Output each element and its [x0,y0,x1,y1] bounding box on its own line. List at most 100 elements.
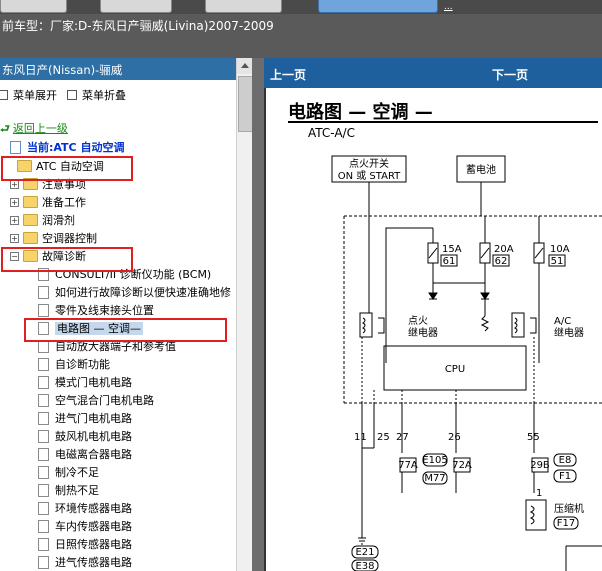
title-divider [288,121,598,123]
next-section-frame [565,545,602,571]
tree-item[interactable]: + 润滑剂 [10,213,75,229]
on-start-label: ON 或 START [338,170,401,182]
folder-icon [23,196,38,208]
tree-item[interactable]: 零件及线束接头位置 [38,303,154,319]
conn-e38: E38 [355,561,374,571]
fuse-20a [479,242,491,264]
conn-e8: E8 [559,455,572,466]
document-icon [38,429,49,443]
tree-item[interactable]: 进气门电机电路 [38,411,132,427]
tree-item[interactable]: 车内传感器电路 [38,519,132,535]
document-icon [38,393,49,407]
top-toolbar-strip: ... [0,0,602,14]
scroll-thumb[interactable] [238,76,252,132]
back-link[interactable]: ⮐ 返回上一级 [0,121,68,137]
collapse-icon [67,90,77,100]
conn-77a: 77A [398,460,418,471]
tree-item-label: 零件及线束接头位置 [55,304,154,317]
top-button-2[interactable] [100,0,172,13]
resistor [480,315,490,332]
folder-icon [23,232,38,244]
tree-item-label: 空气混合门电机电路 [55,394,154,407]
top-link[interactable]: ... [444,2,453,12]
fuse-10a [533,242,545,264]
conn-e21: E21 [355,547,374,558]
tree-item[interactable]: 空气混合门电机电路 [38,393,154,409]
tree-header-title: 东风日产(Nissan)-骊威 [2,63,123,77]
vehicle-model-text: 前车型：厂家:D-东风日产骊威(Livina)2007-2009 [2,19,274,33]
tree-scrollbar[interactable] [236,58,252,571]
conn-29b: 29B [530,460,550,471]
tree-item-label: 进气门电机电路 [55,412,132,425]
ignition-relay [359,312,373,338]
header-gap [0,42,602,58]
ground-symbol [358,537,366,545]
tree-item[interactable]: + 空调器控制 [10,231,97,247]
tree-item-label: 模式门电机电路 [55,376,132,389]
tree-item[interactable]: 制冷不足 [38,465,99,481]
tree-item-label: 进气传感器电路 [55,556,132,569]
output-wires [361,403,535,538]
tree-item[interactable]: 模式门电机电路 [38,375,132,391]
tree-item[interactable]: 电磁离合器电路 [38,447,132,463]
document-icon [38,357,49,371]
expand-toggle-icon[interactable]: + [10,197,19,207]
tree-item-label: 润滑剂 [42,214,75,227]
highlight-box-wiring [24,318,227,342]
tree-item-label: 鼓风机电机电路 [55,430,132,443]
diode-2 [480,292,490,300]
collapse-menu-button[interactable]: 菜单折叠 [67,87,126,103]
top-button-4[interactable] [318,0,438,13]
document-icon [38,447,49,461]
left-tree-panel: 东风日产(Nissan)-骊威 菜单展开 菜单折叠 ⮐ 返回上一级 当前:ATC … [0,58,252,571]
conn-e105: E105 [422,455,447,466]
pin-25: 25 [377,432,390,443]
tree-item[interactable]: 鼓风机电机电路 [38,429,132,445]
scroll-up-arrow[interactable] [237,58,252,74]
expand-toggle-icon[interactable]: + [10,215,19,225]
fuse-10a-label: 10A [550,244,570,255]
wiring-diagram: 点火开关 ON 或 START 蓄电池 15A 61 20A 62 10A 51 [331,155,602,571]
conn-72a: 72A [452,460,472,471]
fuse-20a-num: 62 [495,256,508,267]
tree-item[interactable]: + 准备工作 [10,195,86,211]
document-icon [38,375,49,389]
top-button-3[interactable] [205,0,282,13]
ac-relay-label-a: A/C [554,316,571,327]
document-content: 电路图 — 空调 — ATC-A/C 点火开关 ON 或 START 蓄电池 1… [264,88,602,571]
document-icon [38,537,49,551]
tree-item[interactable]: 制热不足 [38,483,99,499]
tree-item[interactable]: 自诊断功能 [38,357,110,373]
ignition-switch-label: 点火开关 [349,157,389,170]
tree-item[interactable]: 日照传感器电路 [38,537,132,553]
prev-page-link[interactable]: 上一页 [270,66,306,83]
tree-item[interactable]: 环境传感器电路 [38,501,132,517]
pin-1: 1 [536,488,542,499]
expand-menu-button[interactable]: 菜单展开 [0,87,57,103]
ac-relay [511,312,525,338]
tree-item-label: 准备工作 [42,196,86,209]
tree-item-label: 环境传感器电路 [55,502,132,515]
compressor-box [525,499,547,531]
expand-toggle-icon[interactable]: + [10,233,19,243]
next-page-link[interactable]: 下一页 [492,66,528,83]
diode-1 [428,292,438,300]
document-icon [38,555,49,569]
tree-item-label: 如何进行故障诊断以便快速准确地修 [55,286,231,299]
pin-11: 11 [354,432,367,443]
highlight-box-diagnosis [1,247,133,272]
tree-item-label: 制冷不足 [55,466,99,479]
folder-icon [23,214,38,226]
fuse-10a-num: 51 [551,256,564,267]
ac-relay-label-b: 继电器 [554,326,584,339]
panel-splitter[interactable] [252,58,264,571]
tree-item[interactable]: 如何进行故障诊断以便快速准确地修 [38,285,231,301]
fuse-15a-label: 15A [442,244,462,255]
document-icon [38,501,49,515]
page-subtitle: ATC-A/C [308,126,355,140]
tree-header: 东风日产(Nissan)-骊威 [0,58,236,80]
fuse-15a-num: 61 [443,256,456,267]
tree-item[interactable]: 进气传感器电路 [38,555,132,571]
compressor-label: 压缩机 [554,502,584,515]
top-button-1[interactable] [0,0,67,13]
